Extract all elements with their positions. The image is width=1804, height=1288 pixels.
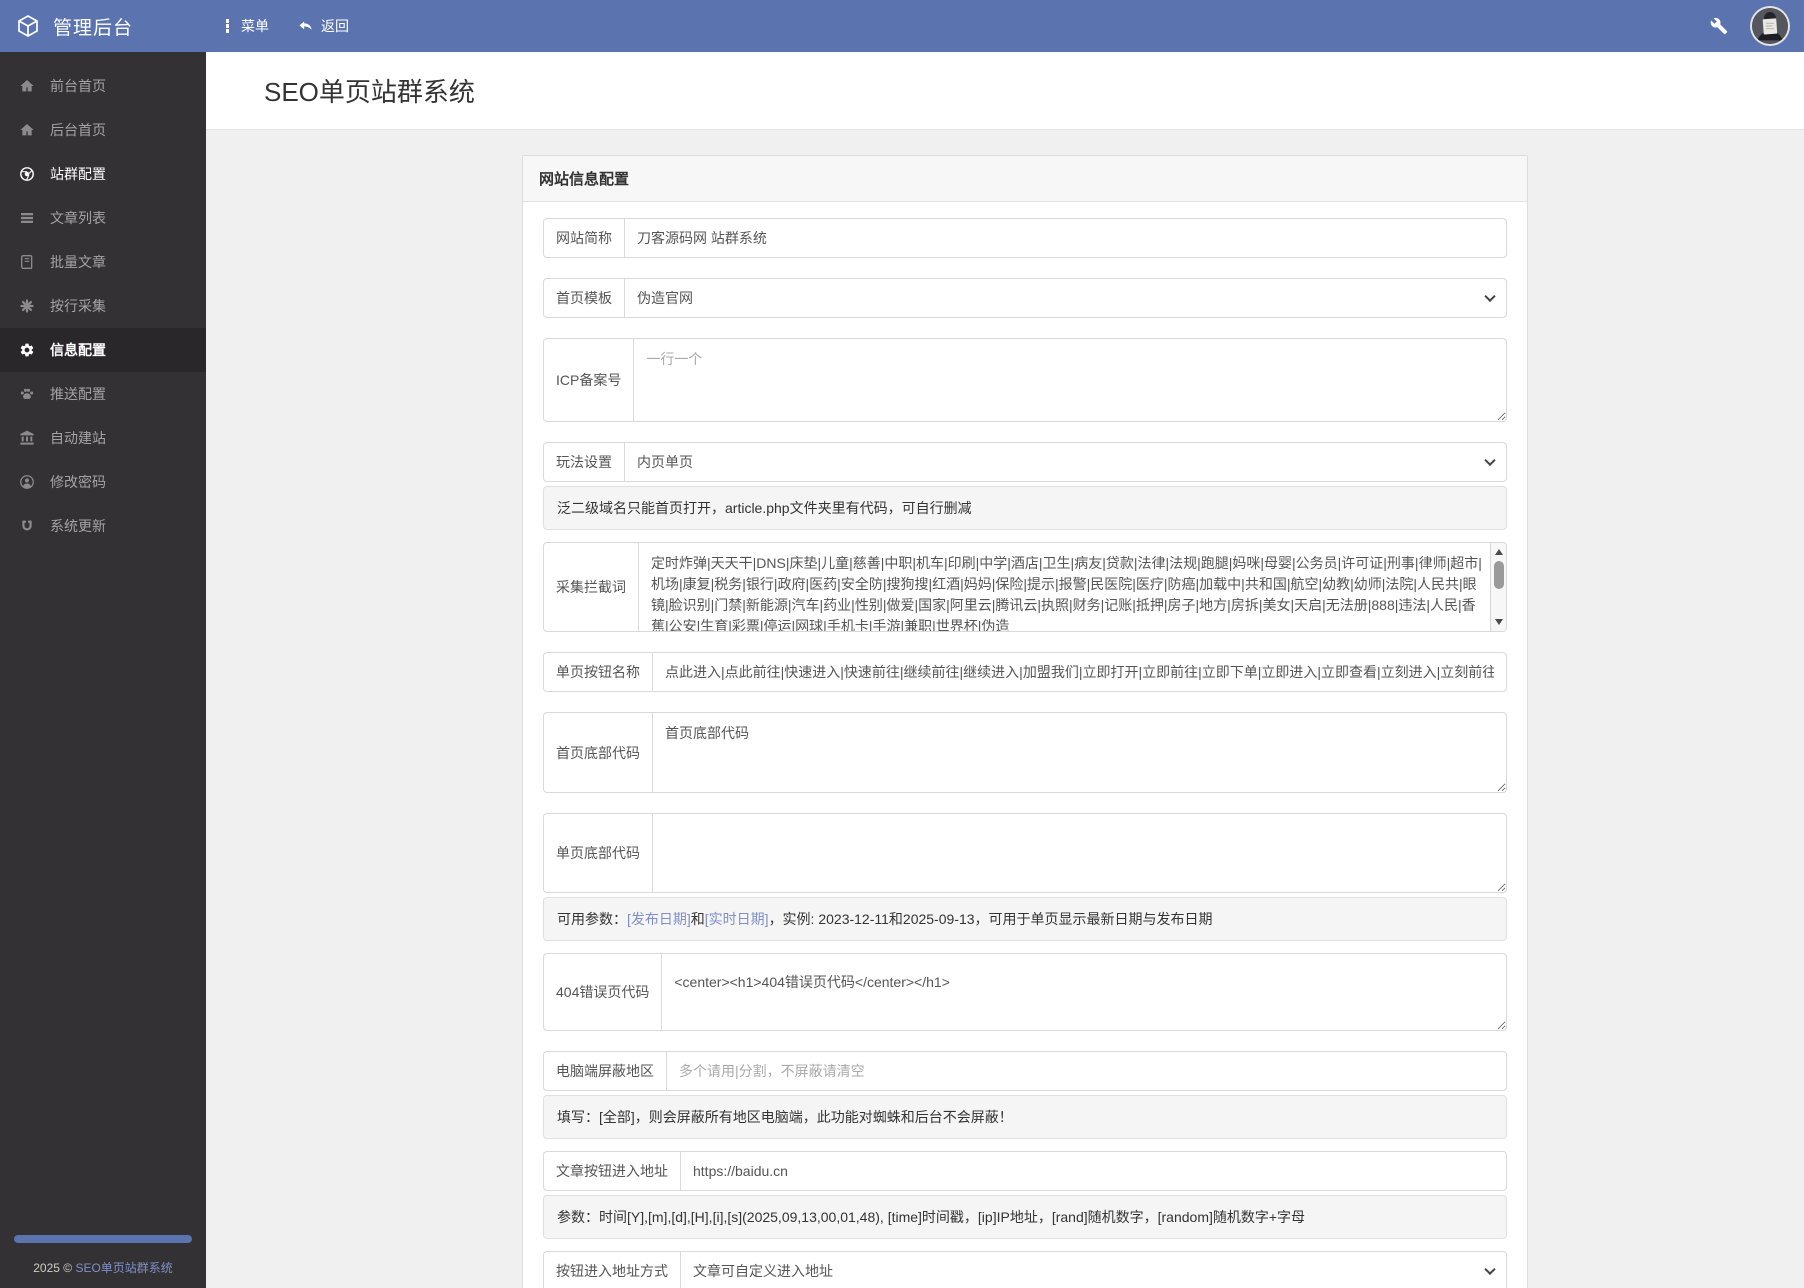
- panel-header: 网站信息配置: [523, 156, 1527, 202]
- field-label-error-404: 404错误页代码: [543, 953, 662, 1031]
- form-row-pc-block-region: 电脑端屏蔽地区 填写：[全部]，则会屏蔽所有地区电脑端，此功能对蜘蛛和后台不会屏…: [543, 1051, 1507, 1139]
- scroll-down-icon[interactable]: [1495, 619, 1503, 625]
- textarea-scrollbar[interactable]: [1490, 543, 1506, 631]
- form-row-error-404: 404错误页代码 <center><h1>404错误页代码</center></…: [543, 953, 1507, 1031]
- form-row-article-button-url: 文章按钮进入地址 参数：时间[Y],[m],[d],[H],[i],[s](20…: [543, 1151, 1507, 1239]
- field-label-icp: ICP备案号: [543, 338, 634, 422]
- form-row-play-mode: 玩法设置 内页单页 泛二级域名只能首页打开，article.php文件夹里有代码…: [543, 442, 1507, 530]
- field-label-button-names: 单页按钮名称: [543, 652, 652, 692]
- site-name-input[interactable]: [624, 218, 1507, 258]
- wrench-icon[interactable]: [1710, 17, 1728, 35]
- scroll-up-icon[interactable]: [1495, 549, 1503, 555]
- field-label-pc-block-region: 电脑端屏蔽地区: [543, 1051, 666, 1091]
- realtime-date-param-link[interactable]: [实时日期]: [705, 911, 769, 927]
- play-mode-note: 泛二级域名只能首页打开，article.php文件夹里有代码，可自行删减: [543, 486, 1507, 530]
- main-content: SEO单页站群系统 网站信息配置 网站简称 首页模板 伪造官网: [206, 52, 1804, 1288]
- sidebar-item-batch-articles[interactable]: 批量文章: [0, 240, 206, 284]
- form-row-button-url-mode: 按钮进入地址方式 文章可自定义进入地址: [543, 1251, 1507, 1288]
- gear-icon: [19, 342, 35, 358]
- field-label-block-words: 采集拦截词: [543, 542, 638, 632]
- publish-date-param-link[interactable]: [发布日期]: [627, 911, 691, 927]
- magnet-icon: [19, 518, 35, 534]
- sidebar-item-info-config[interactable]: 信息配置: [0, 328, 206, 372]
- page-footer-code-textarea[interactable]: [652, 813, 1507, 893]
- page-header: SEO单页站群系统: [206, 52, 1804, 130]
- form-row-site-name: 网站简称: [543, 218, 1507, 258]
- pc-block-region-input[interactable]: [666, 1051, 1507, 1091]
- block-words-textarea[interactable]: 定时炸弹|天天干|DNS|床垫|儿童|慈善|中职|机车|印刷|中学|酒店|卫生|…: [638, 542, 1507, 632]
- copyright: 2025 © SEO单页站群系统: [33, 1261, 173, 1275]
- cube-logo-icon: [16, 14, 40, 38]
- user-circle-icon: [19, 474, 35, 490]
- footer-brand-link[interactable]: SEO单页站群系统: [75, 1261, 172, 1275]
- field-label-article-button-url: 文章按钮进入地址: [543, 1151, 680, 1191]
- icp-textarea[interactable]: [633, 338, 1507, 422]
- page-footer-code-note: 可用参数：[发布日期]和[实时日期]，实例: 2023-12-11和2025-0…: [543, 897, 1507, 941]
- sidebar-item-sitegroup-config[interactable]: 站群配置: [0, 152, 206, 196]
- page-title: SEO单页站群系统: [264, 77, 475, 107]
- menu-toggle[interactable]: 菜单: [220, 16, 269, 36]
- field-label-home-template: 首页模板: [543, 278, 624, 318]
- sidebar-item-line-collect[interactable]: 按行采集: [0, 284, 206, 328]
- field-label-page-footer-code: 单页底部代码: [543, 813, 652, 893]
- chrome-icon: [19, 166, 35, 182]
- pc-block-region-note: 填写：[全部]，则会屏蔽所有地区电脑端，此功能对蜘蛛和后台不会屏蔽！: [543, 1095, 1507, 1139]
- bank-icon: [19, 430, 35, 446]
- form-row-block-words: 采集拦截词 定时炸弹|天天干|DNS|床垫|儿童|慈善|中职|机车|印刷|中学|…: [543, 542, 1507, 632]
- back-arrow-icon: [297, 18, 314, 34]
- form-row-page-footer-code: 单页底部代码 可用参数：[发布日期]和[实时日期]，实例: 2023-12-11…: [543, 813, 1507, 941]
- sidebar-item-article-list[interactable]: 文章列表: [0, 196, 206, 240]
- app-title: 管理后台: [53, 17, 134, 39]
- error-404-textarea[interactable]: <center><h1>404错误页代码</center></h1>: [661, 953, 1507, 1031]
- sidebar-scrollbar[interactable]: [14, 1235, 192, 1243]
- top-header: 管理后台 菜单 返回: [0, 0, 1804, 52]
- site-info-panel: 网站信息配置 网站简称 首页模板 伪造官网: [522, 155, 1528, 1288]
- menu-icon: [220, 18, 234, 34]
- brand[interactable]: 管理后台: [0, 13, 206, 40]
- field-label-play-mode: 玩法设置: [543, 442, 624, 482]
- form-row-button-names: 单页按钮名称: [543, 652, 1507, 692]
- list-icon: [19, 210, 35, 226]
- back-button[interactable]: 返回: [297, 16, 349, 36]
- form-row-home-footer-code: 首页底部代码 首页底部代码: [543, 712, 1507, 793]
- sidebar: 前台首页 后台首页 站群配置 文章列表 批量文章 按行采集 信息配置 推送配置: [0, 52, 206, 1288]
- book-icon: [19, 254, 35, 270]
- asterisk-icon: [19, 298, 35, 314]
- sidebar-item-push-config[interactable]: 推送配置: [0, 372, 206, 416]
- sidebar-item-admin-home[interactable]: 后台首页: [0, 108, 206, 152]
- sidebar-item-change-password[interactable]: 修改密码: [0, 460, 206, 504]
- form-row-icp: ICP备案号: [543, 338, 1507, 422]
- article-button-url-input[interactable]: [680, 1151, 1507, 1191]
- button-url-mode-select[interactable]: 文章可自定义进入地址: [680, 1251, 1507, 1288]
- scrollbar-thumb[interactable]: [1494, 561, 1504, 589]
- user-avatar[interactable]: [1750, 6, 1790, 46]
- sidebar-item-auto-build[interactable]: 自动建站: [0, 416, 206, 460]
- form-row-home-template: 首页模板 伪造官网: [543, 278, 1507, 318]
- sidebar-item-system-update[interactable]: 系统更新: [0, 504, 206, 548]
- paw-icon: [19, 386, 35, 402]
- field-label-home-footer-code: 首页底部代码: [543, 712, 652, 793]
- home-icon: [19, 122, 35, 138]
- home-footer-code-textarea[interactable]: 首页底部代码: [652, 712, 1507, 793]
- article-button-url-note: 参数：时间[Y],[m],[d],[H],[i],[s](2025,09,13,…: [543, 1195, 1507, 1239]
- panel-title: 网站信息配置: [539, 171, 630, 188]
- field-label-site-name: 网站简称: [543, 218, 624, 258]
- sidebar-item-front-home[interactable]: 前台首页: [0, 64, 206, 108]
- home-template-select[interactable]: 伪造官网: [624, 278, 1507, 318]
- button-names-input[interactable]: [652, 652, 1507, 692]
- field-label-button-url-mode: 按钮进入地址方式: [543, 1251, 680, 1288]
- play-mode-select[interactable]: 内页单页: [624, 442, 1507, 482]
- home-icon: [19, 78, 35, 94]
